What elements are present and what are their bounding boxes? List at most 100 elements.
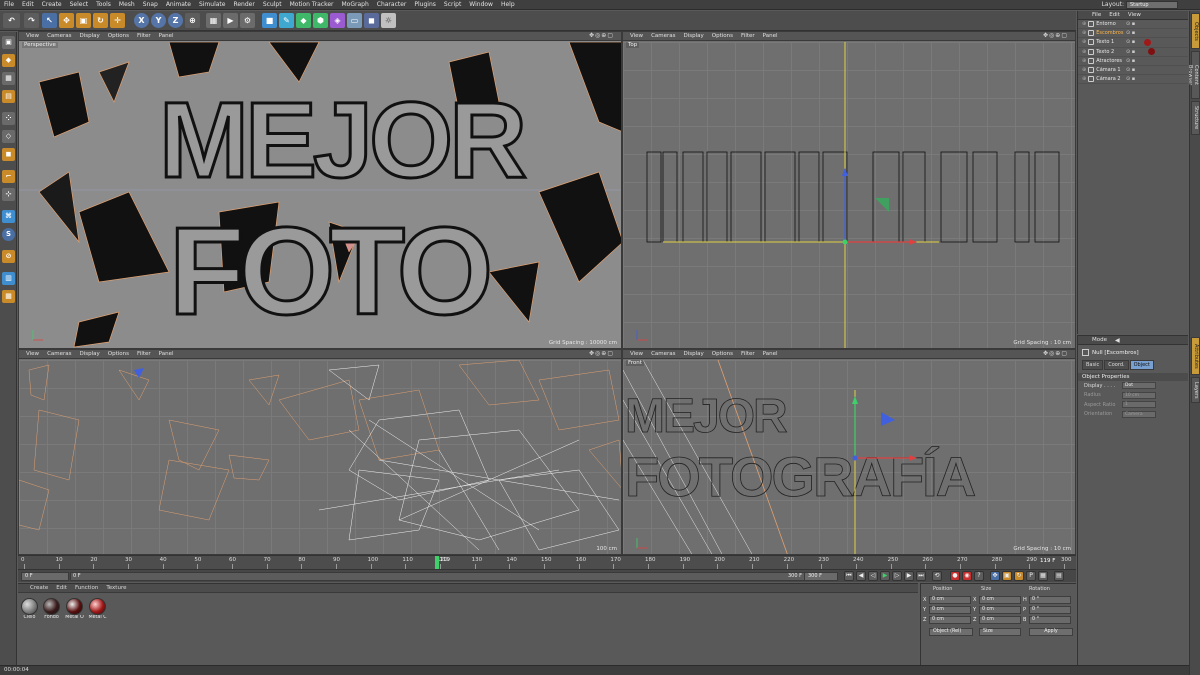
model-mode-icon[interactable]: ◆ (2, 54, 15, 67)
vp-menu-display[interactable]: Display (76, 33, 104, 39)
attr-display-dropdown[interactable]: Dot (1122, 382, 1156, 390)
subdivision-icon[interactable]: ◆ (296, 13, 311, 28)
redo-icon[interactable]: ↷ (24, 13, 39, 28)
vp-menu-display[interactable]: Display (680, 33, 708, 39)
side-tab-objects[interactable]: Objects (1191, 13, 1200, 49)
menu-edit[interactable]: Edit (18, 0, 38, 10)
menu-window[interactable]: Window (465, 0, 497, 10)
om-menu-file[interactable]: File (1088, 12, 1105, 18)
tab-basic[interactable]: Basic (1082, 360, 1104, 370)
expand-icon[interactable]: ⊕ (1082, 30, 1086, 36)
back-arrow-icon[interactable]: ◀ (1111, 337, 1124, 344)
mat-menu-texture[interactable]: Texture (102, 585, 130, 591)
vp-menu-view[interactable]: View (22, 351, 43, 357)
material-cielo[interactable]: Cielo (20, 598, 39, 620)
visibility-toggle-icon[interactable]: ⊙ ▪ (1126, 39, 1135, 45)
texture-mode-icon[interactable]: ▦ (2, 72, 15, 85)
viewport-nav-icons[interactable]: ✥◎⊕▢ (1039, 32, 1072, 39)
size-mode-dropdown[interactable]: Size (979, 628, 1021, 636)
expand-icon[interactable]: ⊕ (1082, 21, 1086, 27)
snap-icon[interactable]: ⌘ (2, 210, 15, 223)
attr-orientation-dropdown[interactable]: Camera (1122, 410, 1156, 418)
expand-icon[interactable]: ⊕ (1082, 39, 1086, 45)
expand-icon[interactable]: ⊕ (1082, 67, 1086, 73)
transform-icon[interactable]: ✛ (110, 13, 125, 28)
max-frame-field[interactable]: 300 F (804, 572, 838, 581)
rotate-icon[interactable]: ↻ (93, 13, 108, 28)
coordinate-system-icon[interactable]: ⊕ (185, 13, 200, 28)
vp-menu-panel[interactable]: Panel (759, 33, 782, 39)
vp-menu-cameras[interactable]: Cameras (647, 351, 679, 357)
om-menu-edit[interactable]: Edit (1105, 12, 1124, 18)
menu-script[interactable]: Script (440, 0, 465, 10)
render-view-icon[interactable]: ▶ (223, 13, 238, 28)
size-y-field[interactable]: 0 cm (979, 606, 1021, 614)
timeline-playhead[interactable] (434, 556, 439, 569)
prev-frame-icon[interactable]: ◁ (868, 571, 878, 581)
material-metal-o[interactable]: Metal O (65, 598, 84, 620)
tweak-icon[interactable]: ⊹ (2, 188, 15, 201)
material-metal-c[interactable]: Metal C (88, 598, 107, 620)
position-x-field[interactable]: 0 cm (929, 596, 971, 604)
object-row-texto-1[interactable]: ⊕ Texto 1 ⊙ ▪ (1078, 38, 1188, 48)
viewport-nav-icons[interactable]: ✥◎⊕▢ (1039, 350, 1072, 357)
soft-selection-icon[interactable]: S (2, 228, 15, 241)
layout-dropdown[interactable]: Startup (1126, 1, 1178, 9)
deformer-icon[interactable]: ◈ (330, 13, 345, 28)
loop-icon[interactable]: ⟲ (932, 571, 942, 581)
menu-mograph[interactable]: MoGraph (338, 0, 373, 10)
render-settings-icon[interactable]: ⚙ (240, 13, 255, 28)
menu-file[interactable]: File (0, 0, 18, 10)
mode-menu[interactable]: Mode (1088, 337, 1111, 343)
live-selection-icon[interactable]: ↖ (42, 13, 57, 28)
coordinate-mode-dropdown[interactable]: Object (Rel) (929, 628, 973, 636)
menu-snap[interactable]: Snap (139, 0, 162, 10)
vp-menu-panel[interactable]: Panel (759, 351, 782, 357)
grid-icon[interactable]: ▦ (2, 290, 15, 303)
expand-icon[interactable]: ⊕ (1082, 58, 1086, 64)
expand-icon[interactable]: ⊕ (1082, 76, 1086, 82)
vp-menu-options[interactable]: Options (708, 33, 737, 39)
vp-menu-options[interactable]: Options (708, 351, 737, 357)
object-row-texto-2[interactable]: ⊕ Texto 2 ⊙ ▪ (1078, 48, 1188, 57)
key-scale-icon[interactable]: ▣ (1002, 571, 1012, 581)
side-tab-structure[interactable]: Structure (1191, 101, 1200, 135)
attr-aspect-field[interactable]: 1 (1122, 401, 1156, 409)
play-icon[interactable]: ▶ (880, 571, 890, 581)
keyframe-selection-icon[interactable]: ? (974, 571, 984, 581)
polygons-mode-icon[interactable]: ◼ (2, 148, 15, 161)
mat-menu-edit[interactable]: Edit (52, 585, 71, 591)
vp-menu-filter[interactable]: Filter (133, 351, 155, 357)
om-menu-view[interactable]: View (1124, 12, 1145, 18)
menu-plugins[interactable]: Plugins (410, 0, 440, 10)
start-frame-field[interactable]: 0 F (21, 572, 69, 581)
visibility-toggle-icon[interactable]: ⊙ ▪ (1126, 67, 1135, 73)
y-axis-button[interactable]: Y (151, 13, 166, 28)
object-row-camara-1[interactable]: ⊕ Cámara 1 ⊙ ▪ (1078, 66, 1188, 76)
menu-select[interactable]: Select (66, 0, 93, 10)
key-parameter-icon[interactable]: P (1026, 571, 1036, 581)
visibility-toggle-icon[interactable]: ⊙ ▪ (1126, 76, 1135, 82)
visibility-toggle-icon[interactable]: ⊙ ▪ (1126, 49, 1135, 55)
menu-mesh[interactable]: Mesh (115, 0, 139, 10)
menu-render[interactable]: Render (229, 0, 258, 10)
go-to-start-icon[interactable]: ⏮ (844, 571, 854, 581)
vp-menu-display[interactable]: Display (680, 351, 708, 357)
right-viewport[interactable]: View Cameras Display Options Filter Pane… (18, 349, 622, 555)
material-tag-icon[interactable] (1148, 48, 1155, 56)
edges-mode-icon[interactable]: ◇ (2, 130, 15, 143)
mat-menu-create[interactable]: Create (26, 585, 52, 591)
material-fondo[interactable]: Fondo (42, 598, 61, 620)
visibility-toggle-icon[interactable]: ⊙ ▪ (1126, 30, 1135, 36)
pen-icon[interactable]: ✎ (279, 13, 294, 28)
menu-animate[interactable]: Animate (162, 0, 195, 10)
viewport-nav-icons[interactable]: ✥◎⊕▢ (585, 32, 618, 39)
array-icon[interactable]: ⬢ (313, 13, 328, 28)
x-axis-button[interactable]: X (134, 13, 149, 28)
menu-sculpt[interactable]: Sculpt (259, 0, 286, 10)
key-position-icon[interactable]: ✥ (990, 571, 1000, 581)
vp-menu-filter[interactable]: Filter (737, 351, 759, 357)
timeline-ruler[interactable]: 0 10 20 30 40 50 60 70 80 90 100 110 120 130 140 150 160… (18, 555, 1076, 569)
scale-icon[interactable]: ▣ (76, 13, 91, 28)
axis-mode-icon[interactable]: ⌐ (2, 170, 15, 183)
